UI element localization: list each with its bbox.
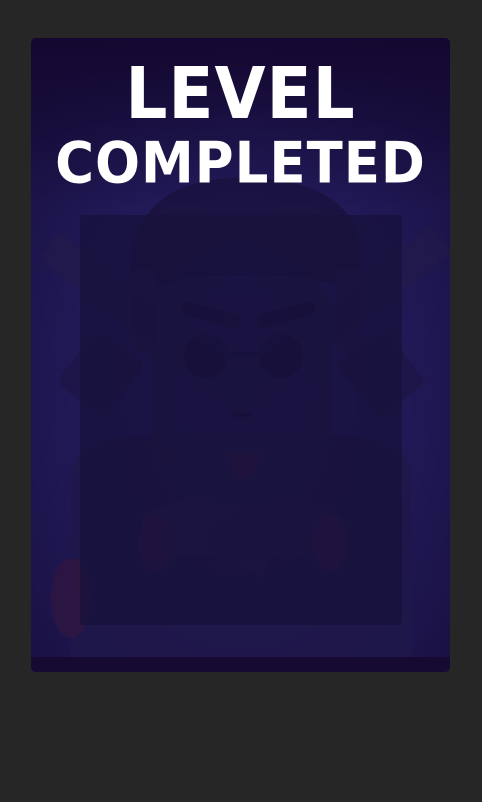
level-complete-card: LEVEL COMPLETED	[31, 38, 450, 672]
card-footer-bar	[31, 657, 450, 672]
result-panel-overlay	[80, 215, 402, 625]
title-completed: COMPLETED	[55, 130, 426, 197]
title-level: LEVEL	[125, 51, 356, 136]
